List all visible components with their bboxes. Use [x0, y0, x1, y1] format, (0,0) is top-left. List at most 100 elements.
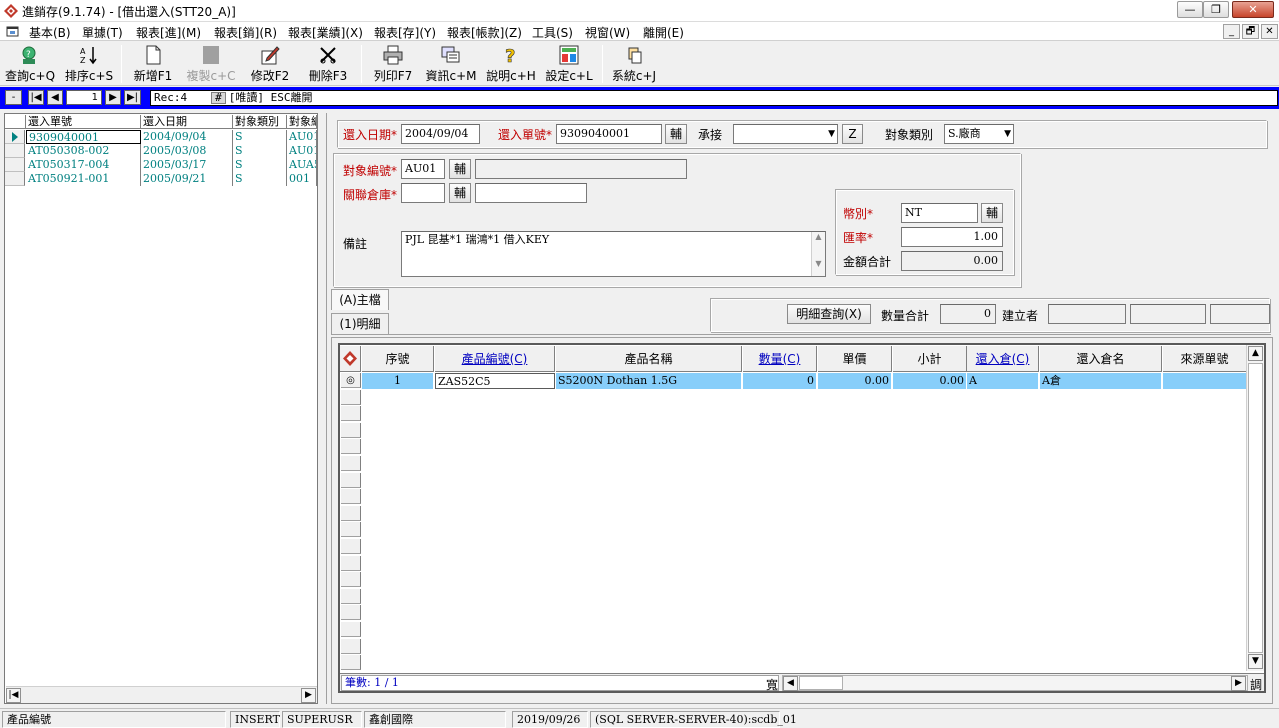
- menu-basic[interactable]: 基本(B): [29, 24, 71, 41]
- grid-header-unit-price[interactable]: 單價: [818, 346, 892, 372]
- menu-bar: 基本(B) 單據(T) 報表[進](M) 報表[銷](R) 報表[業績](X) …: [0, 22, 1279, 41]
- minimize-button[interactable]: —: [1177, 1, 1203, 18]
- query-button[interactable]: ? 查詢c+Q: [4, 44, 56, 84]
- handler-select[interactable]: ▼: [733, 124, 838, 144]
- grid-cell-product-no[interactable]: ZAS52C5: [435, 373, 555, 389]
- menu-report-inventory[interactable]: 報表[存](Y): [374, 24, 436, 41]
- return-no-input[interactable]: 9309040001: [556, 124, 662, 144]
- warehouse-input[interactable]: [401, 183, 445, 203]
- prev-record-button[interactable]: ◀: [47, 90, 63, 105]
- scroll-left-button[interactable]: |◀: [6, 688, 21, 703]
- detail-query-button[interactable]: 明細查詢(X): [787, 304, 871, 324]
- print-button[interactable]: 列印F7: [370, 44, 416, 84]
- menu-report-sales[interactable]: 報表[銷](R): [214, 24, 277, 41]
- grid-vertical-scrollbar[interactable]: ▲ ▼: [1246, 345, 1264, 671]
- scroll-right-button[interactable]: ▶: [1231, 676, 1246, 691]
- list-header-return-no[interactable]: 還入單號: [26, 115, 141, 129]
- system-menu-icon[interactable]: [6, 25, 20, 38]
- grid-cell-source-no[interactable]: [1163, 373, 1247, 389]
- grid-header-seq[interactable]: 序號: [362, 346, 434, 372]
- z-button[interactable]: Z: [842, 124, 863, 144]
- scroll-right-button[interactable]: ▶: [301, 688, 316, 703]
- warehouse-lookup-button[interactable]: 輔: [449, 183, 471, 203]
- list-header-return-date[interactable]: 還入日期: [141, 115, 233, 129]
- maximize-button[interactable]: ❐: [1203, 1, 1229, 18]
- system-button[interactable]: 系統c+J: [610, 44, 658, 84]
- grid-cell-qty[interactable]: 0: [743, 373, 817, 389]
- scroll-thumb[interactable]: [1248, 363, 1263, 653]
- delete-button[interactable]: 刪除F3: [304, 44, 352, 84]
- grid-cell-seq[interactable]: 1: [362, 373, 434, 389]
- next-record-button[interactable]: ▶: [105, 90, 121, 105]
- menu-tools[interactable]: 工具(S): [532, 24, 573, 41]
- list-item[interactable]: AT050921-001 2005/09/21 S 001: [5, 172, 317, 186]
- scroll-down-button[interactable]: ▼: [1248, 654, 1263, 669]
- menu-window[interactable]: 視窗(W): [585, 24, 630, 41]
- first-record-button[interactable]: |◀: [28, 90, 44, 105]
- copy-button[interactable]: 複製c+C: [185, 44, 237, 84]
- menu-exit[interactable]: 離開(E): [643, 24, 684, 41]
- mdi-restore-button[interactable]: 🗗: [1242, 24, 1259, 39]
- help-icon: ?: [505, 46, 516, 65]
- rate-input[interactable]: 1.00: [901, 227, 1003, 247]
- grid-header-product-no[interactable]: 產品編號(C): [435, 346, 555, 372]
- menu-report-purchase[interactable]: 報表[進](M): [136, 24, 201, 41]
- grid-cell-unit-price[interactable]: 0.00: [818, 373, 892, 389]
- list-item[interactable]: AT050308-0022005/03/08SAU01: [5, 144, 317, 158]
- grid-header-qty[interactable]: 數量(C): [743, 346, 817, 372]
- settings-button[interactable]: 設定c+L: [544, 44, 594, 84]
- grid-cell-product-name[interactable]: S5200N Dothan 1.5G: [556, 373, 742, 389]
- edit-button[interactable]: 修改F2: [246, 44, 294, 84]
- grid-header-subtotal[interactable]: 小計: [893, 346, 967, 372]
- info-button[interactable]: 資訊c+M: [424, 44, 478, 84]
- grid-cell-subtotal[interactable]: 0.00: [893, 373, 967, 389]
- collapse-button[interactable]: -: [5, 90, 22, 105]
- adjust-label[interactable]: 調: [1250, 676, 1262, 693]
- grid-cell-return-warehouse-name[interactable]: A倉: [1040, 373, 1162, 389]
- scroll-left-button[interactable]: ◀: [783, 676, 798, 691]
- menu-documents[interactable]: 單據(T): [82, 24, 123, 41]
- last-record-button[interactable]: ▶|: [124, 90, 141, 105]
- close-button[interactable]: ✕: [1232, 1, 1274, 18]
- grid-row-marker[interactable]: ◎: [341, 373, 361, 388]
- grid-cell-return-warehouse[interactable]: A: [967, 373, 1039, 389]
- h-scroll-thumb[interactable]: [799, 676, 843, 690]
- grid-horizontal-scrollbar[interactable]: ◀ ▶: [782, 675, 1248, 691]
- grid-header-return-warehouse[interactable]: 還入倉(C): [967, 346, 1039, 372]
- target-type-select[interactable]: S.廠商 ▼: [944, 124, 1014, 144]
- tab-detail[interactable]: (1)明細: [331, 313, 389, 334]
- grid-header-return-warehouse-name[interactable]: 還入倉名: [1040, 346, 1162, 372]
- record-info: Rec:4 # [唯讀] ESC離開: [150, 90, 1278, 106]
- tab-main[interactable]: (A)主檔: [331, 289, 389, 310]
- wide-label[interactable]: 寬: [766, 676, 778, 693]
- target-no-lookup-button[interactable]: 輔: [449, 159, 471, 179]
- new-button[interactable]: 新增F1: [130, 44, 176, 84]
- list-item[interactable]: 93090400012004/09/04SAU01: [5, 130, 317, 144]
- mode-text: [唯讀] ESC離開: [228, 91, 313, 104]
- menu-report-accounts[interactable]: 報表[帳款](Z): [447, 24, 522, 41]
- return-date-input[interactable]: 2004/09/04: [401, 124, 480, 144]
- mdi-minimize-button[interactable]: _: [1223, 24, 1240, 39]
- note-textarea[interactable]: PJL 昆基*1 瑞鴻*1 借入KEY: [401, 231, 826, 277]
- list-item[interactable]: AT050317-0042005/03/17SAUA50: [5, 158, 317, 172]
- target-no-input[interactable]: AU01: [401, 159, 445, 179]
- grid-header-source-no[interactable]: 來源單號: [1163, 346, 1247, 372]
- help-button[interactable]: ? 說明c+H: [485, 44, 537, 84]
- detail-grid[interactable]: 序號 產品編號(C) 產品名稱 數量(C) 單價 小計 還入倉(C) 還入倉名 來源單號 ◎ 1 Z…: [338, 343, 1266, 693]
- currency-lookup-button[interactable]: 輔: [981, 203, 1003, 223]
- return-no-lookup-button[interactable]: 輔: [665, 124, 687, 144]
- list-horizontal-scrollbar[interactable]: |◀ ▶: [6, 686, 317, 703]
- currency-input[interactable]: NT: [901, 203, 978, 223]
- created-field-3: [1210, 304, 1270, 324]
- mdi-close-button[interactable]: ✕: [1261, 24, 1278, 39]
- sort-button[interactable]: AZ 排序c+S: [63, 44, 115, 84]
- menu-report-performance[interactable]: 報表[業績](X): [288, 24, 363, 41]
- note-scrollbar[interactable]: ▲ ▼: [811, 232, 825, 276]
- list-header-target-type[interactable]: 對象類別: [233, 115, 287, 129]
- record-list[interactable]: 還入單號 還入日期 對象類別 對象編 93090400012004/09/04S…: [4, 113, 318, 704]
- record-number-input[interactable]: 1: [66, 90, 102, 105]
- scroll-up-button[interactable]: ▲: [1248, 346, 1263, 361]
- grid-header-product-name[interactable]: 產品名稱: [556, 346, 742, 372]
- list-header-target-no[interactable]: 對象編: [287, 115, 317, 129]
- grid-empty-row-marker: [341, 489, 361, 505]
